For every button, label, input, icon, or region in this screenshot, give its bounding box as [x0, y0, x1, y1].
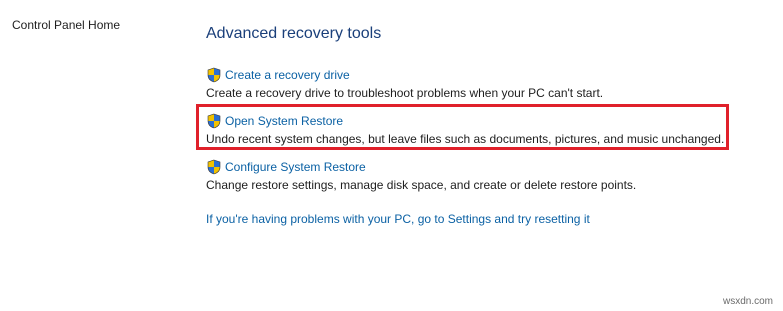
highlight-annotation-box: [196, 104, 729, 150]
tool-description: Create a recovery drive to troubleshoot …: [206, 86, 604, 100]
reset-pc-settings-link[interactable]: If you're having problems with your PC, …: [206, 212, 590, 226]
watermark: wsxdn.com: [722, 296, 773, 307]
tool-link-label: Create a recovery drive: [225, 68, 350, 82]
tool-configure-system-restore: Configure System Restore Change restore …: [206, 159, 766, 192]
uac-shield-icon: [207, 67, 221, 83]
page-title: Advanced recovery tools: [206, 25, 382, 42]
sidebar: Control Panel Home: [0, 0, 186, 311]
tool-link-label: Configure System Restore: [225, 160, 366, 174]
uac-shield-icon: [207, 159, 221, 175]
configure-system-restore-link[interactable]: Configure System Restore: [206, 159, 766, 175]
tool-description: Change restore settings, manage disk spa…: [206, 178, 637, 192]
control-panel-home-link[interactable]: Control Panel Home: [12, 18, 120, 32]
tool-create-recovery-drive: Create a recovery drive Create a recover…: [206, 67, 766, 100]
create-recovery-drive-link[interactable]: Create a recovery drive: [206, 67, 766, 83]
main-content: Advanced recovery tools Create a recover…: [206, 0, 776, 311]
